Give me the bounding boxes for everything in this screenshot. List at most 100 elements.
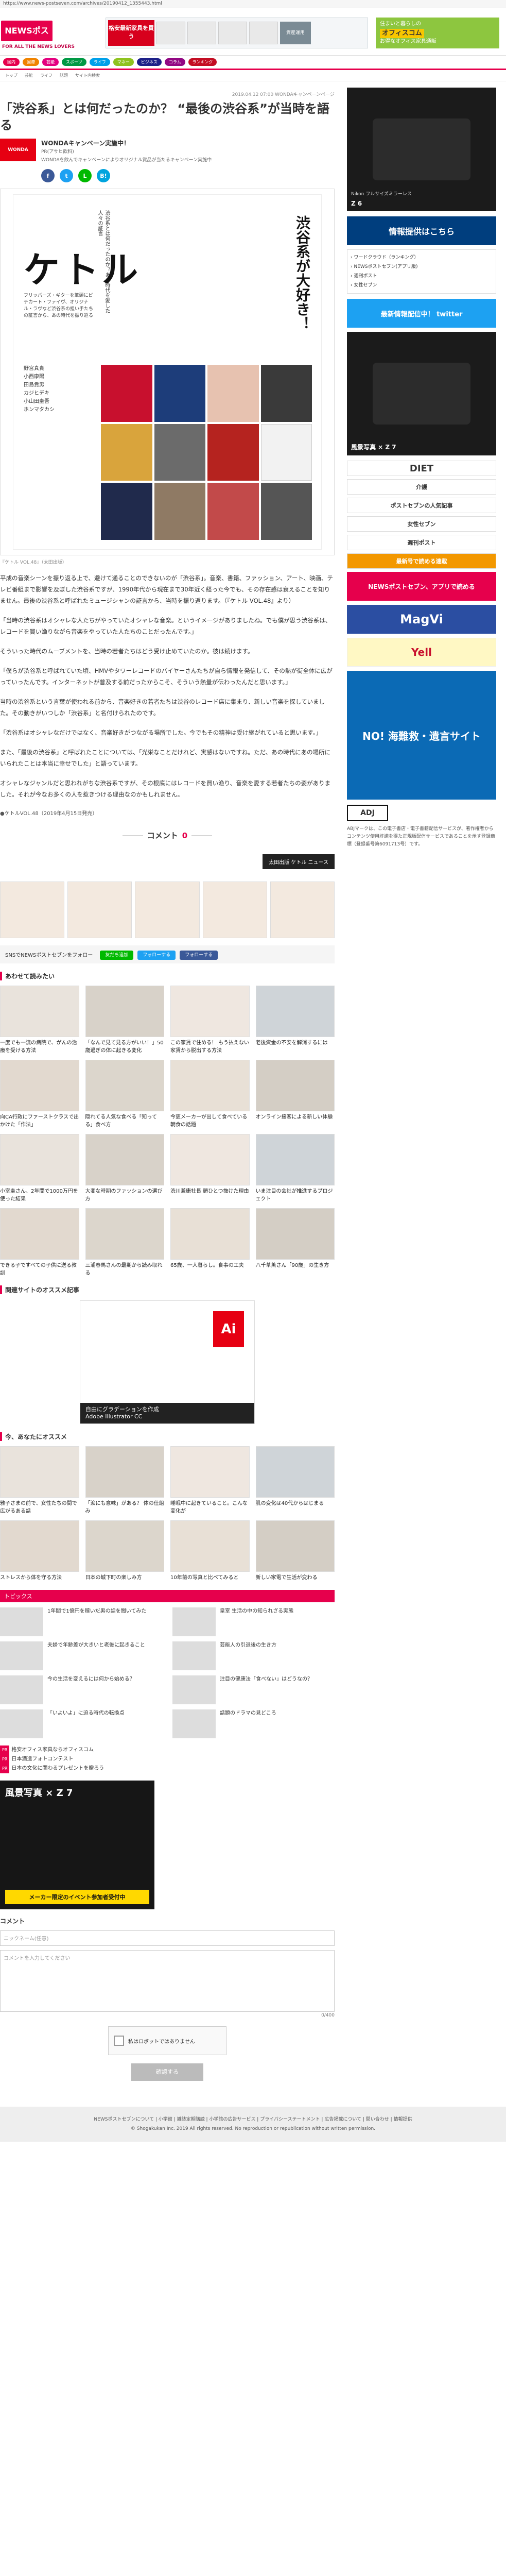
author-name[interactable]: WONDAキャンペーン実施中！ xyxy=(41,139,212,147)
nav-item[interactable]: コラム xyxy=(164,58,185,66)
recommend-card[interactable]: 睡眠中に起きていること。こんな変化が xyxy=(170,1446,250,1515)
card-title: 大変な時期のファッションの選び方 xyxy=(85,1189,163,1202)
recommend-card[interactable]: 肌の変化は40代からはじまる xyxy=(255,1446,335,1515)
footer-links[interactable]: NEWSポストセブンについて | 小学館 | 雑誌定期購読 | 小学館の広告サー… xyxy=(5,2115,501,2124)
recommend-card[interactable]: 向CA行政にファーストクラスで出かけた「作法」 xyxy=(0,1060,79,1129)
nav-item[interactable]: 芸能 xyxy=(42,58,59,66)
recommend-card[interactable]: 老後資金の不安を解消するには xyxy=(255,986,335,1055)
sidebar-ad-z6[interactable]: Nikon フルサイズミラーレス Z 6 xyxy=(347,88,496,211)
topic-item[interactable]: 皇室 生活の中の知られざる実態 xyxy=(172,1607,335,1636)
recommend-card[interactable]: 10年前の写真と比べてみると xyxy=(170,1520,250,1582)
recommend-card[interactable]: 「涙にも意味」がある？ 体の仕組み xyxy=(85,1446,164,1515)
magazine-banner[interactable]: 最新号で読める連載 xyxy=(347,553,496,569)
sidebar-ad-z7[interactable]: 風景写真 × Z 7 xyxy=(347,332,496,455)
site-logo[interactable]: NEWSポストセブン xyxy=(1,21,53,56)
recommend-card[interactable]: 今更メーカーが出して食べている朝食の話題 xyxy=(170,1060,250,1129)
app-banner[interactable]: NEWSポストセブン、アプリで読める xyxy=(347,572,496,601)
recommend-card[interactable]: 日本の城下町の楽しみ方 xyxy=(85,1520,164,1582)
recommend-card[interactable]: この家賃で住める！ もう払えない家賃から脱出する方法 xyxy=(170,986,250,1055)
captcha[interactable]: 私はロボットではありません xyxy=(108,2026,226,2055)
captcha-checkbox[interactable] xyxy=(114,2036,124,2046)
subnav-item[interactable]: 芸能 xyxy=(25,73,33,78)
recommend-card[interactable]: 隠れてる人気な食べる「知ってる」食べ方 xyxy=(85,1060,164,1129)
kaigo-banner[interactable]: 介護 xyxy=(347,479,496,495)
topic-title: 1年間で1億円を稼いだ男の話を聞いてみた xyxy=(47,1608,147,1614)
topic-item[interactable]: 注目の健康法「食べない」はどうなの？ xyxy=(172,1675,335,1704)
recommend-card[interactable]: オンライン接客による新しい体験 xyxy=(255,1060,335,1129)
sidebar-link[interactable]: › 女性セブン xyxy=(351,281,493,290)
sns-follow-button[interactable]: フォローする xyxy=(137,951,176,960)
magvi-banner[interactable]: MagVi xyxy=(347,605,496,634)
recommend-card[interactable]: 八千草薫さん「90歳」の生き方 xyxy=(255,1208,335,1277)
recommend-card[interactable]: ストレスから体を守る方法 xyxy=(0,1520,79,1582)
ad-thumb[interactable] xyxy=(67,882,132,938)
subnav-item[interactable]: トップ xyxy=(5,73,18,78)
header-right-ad[interactable]: 住まいと暮らしの オフィスコム お得なオフィス家具通販 xyxy=(376,18,499,48)
card-image xyxy=(0,1060,79,1111)
topic-item[interactable]: 「いよいよ」に迫る時代の転換点 xyxy=(0,1709,162,1738)
promo-item[interactable]: PR 格安オフィス家具ならオフィスコム xyxy=(0,1745,335,1755)
article-paragraph: 当時の渋谷系という言葉が使われる前から、音楽好きの若者たちは渋谷のレコード店に集… xyxy=(0,698,325,717)
subnav-item[interactable]: ライフ xyxy=(40,73,53,78)
ad-thumb[interactable] xyxy=(0,882,65,938)
topic-item[interactable]: 芸能人の引退後の生き方 xyxy=(172,1641,335,1670)
recommend-card[interactable]: 小室圭さん、2年間で1000万円を使った結果 xyxy=(0,1134,79,1203)
ad-thumb[interactable] xyxy=(270,882,335,938)
recommend-card[interactable]: 一度でも一流の病院で、がんの治療を受ける方法 xyxy=(0,986,79,1055)
nickname-input[interactable]: ニックネーム(任意) xyxy=(0,1930,335,1946)
topic-item[interactable]: 1年間で1億円を稼いだ男の話を聞いてみた xyxy=(0,1607,162,1636)
sidebar-link[interactable]: › 週刊ポスト xyxy=(351,272,493,281)
info-banner[interactable]: 情報提供はこちら xyxy=(347,216,496,245)
recommend-card[interactable]: 三浦春馬さんの最期から読み取れる xyxy=(85,1208,164,1277)
ad-thumb[interactable] xyxy=(202,882,267,938)
ad-thumb[interactable] xyxy=(135,882,200,938)
rank-banner[interactable]: 週刊ポスト xyxy=(347,535,496,550)
nav-item[interactable]: ビジネス xyxy=(136,58,162,66)
submit-button[interactable]: 確認する xyxy=(131,2063,203,2081)
nav-item[interactable]: マネー xyxy=(113,58,134,66)
adobe-ad[interactable]: Ai 自由にグラデーションを作成 Adobe Illustrator CC xyxy=(80,1300,255,1424)
hatena-icon[interactable]: B! xyxy=(97,169,110,182)
recommend-card[interactable]: 大変な時期のファッションの選び方 xyxy=(85,1134,164,1203)
author-logo[interactable]: WONDA xyxy=(0,139,36,161)
related-tags-button[interactable]: 太田出版 ケトル ニュース xyxy=(263,854,335,869)
topic-item[interactable]: 夫婦で年齢差が大きいと老後に起きること xyxy=(0,1641,162,1670)
subnav-item[interactable]: サイト内検索 xyxy=(75,73,100,78)
promo-item[interactable]: PR 日本の文化に関わるプレゼントを贈ろう xyxy=(0,1764,335,1773)
facebook-icon[interactable]: f xyxy=(41,169,55,182)
top-ad-banner[interactable]: 格安最新家具を買う 資産運用 xyxy=(106,18,368,48)
diet-banner[interactable]: DIET xyxy=(347,461,496,476)
comment-textarea[interactable]: コメントを入力してください xyxy=(0,1950,335,2012)
recommend-card[interactable]: 新しい家電で生活が変わる xyxy=(255,1520,335,1582)
sns-follow-button[interactable]: フォローする xyxy=(180,951,218,960)
sidebar-link[interactable]: › ワードクラウド（ランキング） xyxy=(351,253,493,262)
topic-item[interactable]: 今の生活を変えるには何から始める？ xyxy=(0,1675,162,1704)
cover-name: 田島貴男 xyxy=(24,382,44,388)
recommend-card[interactable]: 渋川兼康社長 頭ひとつ抜けた理由 xyxy=(170,1134,250,1203)
nav-item[interactable]: ライフ xyxy=(89,58,110,66)
sns-follow-button[interactable]: 友だち追加 xyxy=(100,951,134,960)
yell-banner[interactable]: Yell xyxy=(347,638,496,667)
recommend-card[interactable]: 65歳、一人暮らし。食事の工夫 xyxy=(170,1208,250,1277)
rank-banner[interactable]: 女性セブン xyxy=(347,516,496,532)
z7-cta[interactable]: メーカー限定のイベント参加者受付中 xyxy=(5,1890,149,1904)
address-bar[interactable]: https://www.news-postseven.com/archives/… xyxy=(0,0,506,8)
subnav-item[interactable]: 話題 xyxy=(60,73,68,78)
recommend-card[interactable]: いま注目の会社が推進するプロジェクト xyxy=(255,1134,335,1203)
topic-item[interactable]: 話題のドラマの見どころ xyxy=(172,1709,335,1738)
recommend-card[interactable]: できる子ですべての子供に送る教訓 xyxy=(0,1208,79,1277)
twitter-icon[interactable]: t xyxy=(60,169,73,182)
sidebar-link[interactable]: › NEWSポストセブン(アプリ版) xyxy=(351,262,493,272)
line-icon[interactable]: L xyxy=(78,169,92,182)
comments-count: 0 xyxy=(182,831,188,840)
recommend-card[interactable]: 雅子さまの前で、女性たちの間で広がるある話 xyxy=(0,1446,79,1515)
nav-item[interactable]: スポーツ xyxy=(62,58,86,66)
nav-item[interactable]: ランキング xyxy=(188,58,217,66)
nikon-z7-ad[interactable]: 風景写真 × Z 7 メーカー限定のイベント参加者受付中 xyxy=(0,1781,154,1909)
no-banner[interactable]: NO! 海難救・遺言サイト xyxy=(347,671,496,800)
promo-item[interactable]: PR 日本酒造フォトコンテスト xyxy=(0,1755,335,1764)
rank-banner[interactable]: ポストセブンの人気記事 xyxy=(347,498,496,513)
ad-red-cta[interactable]: 格安最新家具を買う xyxy=(108,20,154,46)
twitter-banner[interactable]: 最新情報配信中！ twitter xyxy=(347,299,496,328)
recommend-card[interactable]: 「なんで見て見る方がいい！」50歳過ぎの体に起きる変化 xyxy=(85,986,164,1055)
